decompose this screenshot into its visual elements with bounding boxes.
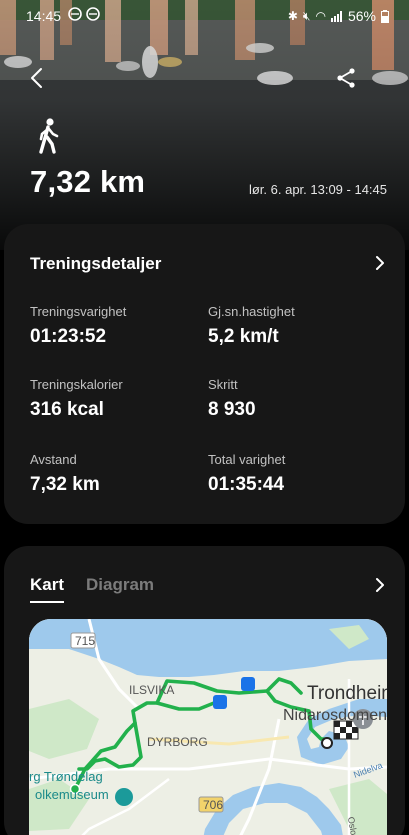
status-right: ✱ 🔇︎ ◠ 56% bbox=[288, 8, 389, 24]
stat-value: 8 930 bbox=[208, 399, 256, 420]
stat-avg-speed: Gj.sn.hastighet 5,2 km/t bbox=[208, 304, 378, 348]
stat-label: Gj.sn.hastighet bbox=[208, 304, 295, 319]
chevron-right-icon[interactable] bbox=[373, 254, 387, 272]
poi-label: olkemuseum bbox=[35, 787, 109, 802]
chevron-right-icon[interactable] bbox=[373, 576, 387, 594]
battery-icon bbox=[381, 9, 389, 23]
stat-value: 316 kcal bbox=[30, 399, 104, 420]
stat-label: Treningsvarighet bbox=[30, 304, 127, 319]
place-label: Trondheim bbox=[307, 683, 387, 704]
back-button[interactable] bbox=[26, 66, 50, 90]
walk-icon bbox=[39, 118, 59, 154]
mute-icon: 🔇︎ bbox=[302, 8, 311, 23]
stat-label: Treningskalorier bbox=[30, 377, 123, 392]
bluetooth-icon: ✱ bbox=[287, 9, 298, 23]
stat-distance: Avstand 7,32 km bbox=[30, 452, 200, 496]
training-details-card[interactable]: Treningsdetaljer Treningsvarighet 01:23:… bbox=[4, 224, 405, 524]
stat-label: Skritt bbox=[208, 377, 238, 392]
stat-duration: Treningsvarighet 01:23:52 bbox=[30, 304, 200, 348]
place-label: ILSVIKA bbox=[129, 683, 175, 697]
notification-icons bbox=[68, 7, 100, 21]
stat-value: 01:35:44 bbox=[208, 474, 285, 495]
stat-value: 7,32 km bbox=[30, 474, 100, 495]
date-range: lør. 6. apr. 13:09 - 14:45 bbox=[248, 182, 387, 197]
route-map[interactable]: 715 706 ILSVIKA DYRBORG Trondheim Nidaro… bbox=[29, 619, 387, 835]
total-distance: 7,32 km bbox=[30, 164, 146, 199]
stat-value: 01:23:52 bbox=[30, 326, 107, 347]
status-time: 14:45 bbox=[26, 8, 62, 24]
stat-steps: Skritt 8 930 bbox=[208, 377, 378, 421]
map-card: Kart Diagram 715 706 ILSVIKA DYRBORG Tro… bbox=[4, 546, 405, 835]
signal-icon bbox=[330, 10, 342, 22]
road-number: 715 bbox=[75, 634, 96, 648]
stat-calories: Treningskalorier 316 kcal bbox=[30, 377, 200, 421]
stat-value: 5,2 km/t bbox=[208, 326, 279, 347]
stat-label: Avstand bbox=[30, 452, 77, 467]
place-label: DYRBORG bbox=[147, 735, 208, 749]
place-label: Nidarosdomen bbox=[283, 707, 387, 724]
tab-diagram[interactable]: Diagram bbox=[86, 575, 154, 603]
card-title: Treningsdetaljer bbox=[30, 254, 162, 273]
notification-icon bbox=[68, 7, 82, 21]
status-bar: 14:45 ✱ 🔇︎ ◠ 56% bbox=[0, 6, 409, 28]
share-icon[interactable] bbox=[335, 67, 357, 89]
map-tabs: Kart Diagram bbox=[30, 575, 154, 603]
notification-icon bbox=[86, 7, 100, 21]
stat-total-duration: Total varighet 01:35:44 bbox=[208, 452, 378, 496]
road-number: 706 bbox=[203, 798, 224, 812]
stat-label: Total varighet bbox=[208, 452, 286, 467]
wifi-icon: ◠ bbox=[315, 9, 326, 23]
battery-percent: 56% bbox=[347, 8, 376, 24]
tab-kart[interactable]: Kart bbox=[30, 575, 65, 603]
poi-label: rg Trøndelag bbox=[29, 769, 103, 784]
